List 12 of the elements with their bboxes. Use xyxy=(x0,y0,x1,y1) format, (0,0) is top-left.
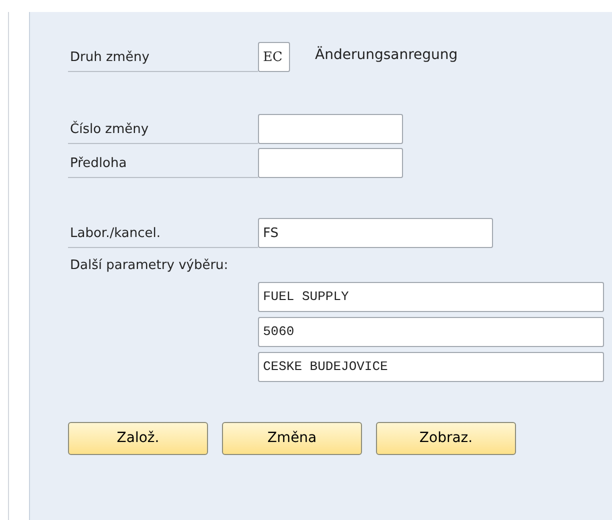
input-field[interactable] xyxy=(258,148,403,178)
input-field[interactable]: 5060 xyxy=(258,316,604,346)
input-field[interactable]: EC xyxy=(258,42,290,72)
action-button[interactable]: Založ. xyxy=(68,422,208,454)
field-description: Änderungsanregung xyxy=(315,45,458,65)
action-button[interactable]: Zobraz. xyxy=(376,422,516,454)
input-field[interactable] xyxy=(258,114,403,144)
action-button[interactable]: Změna xyxy=(222,422,362,454)
input-field[interactable]: FUEL SUPPLY xyxy=(258,282,604,312)
input-field[interactable]: FS xyxy=(258,218,493,248)
input-field[interactable]: CESKE BUDEJOVICE xyxy=(258,352,604,382)
section-label: Další parametry výběru: xyxy=(69,257,228,275)
